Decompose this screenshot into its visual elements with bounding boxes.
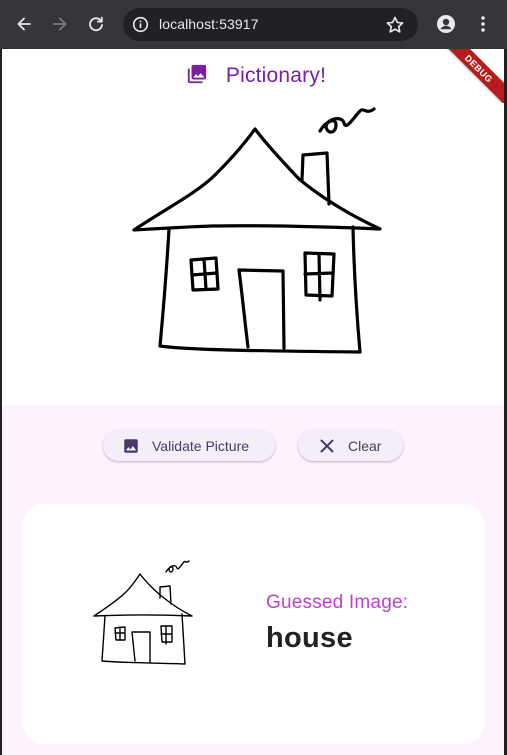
clear-label: Clear	[348, 437, 382, 454]
result-card: Guessed Image: house	[22, 504, 485, 744]
reload-icon[interactable]	[83, 11, 109, 37]
image-icon	[121, 436, 141, 456]
info-icon[interactable]	[132, 16, 149, 33]
guessed-image-thumbnail	[90, 556, 196, 668]
photo-library-icon	[186, 63, 208, 90]
clear-button[interactable]: Clear	[298, 430, 403, 461]
app-viewport: Pictionary! DEBUG Validate Picture Clear…	[2, 49, 504, 755]
address-bar[interactable]: localhost:53917	[123, 8, 418, 41]
app-title: Pictionary!	[225, 64, 327, 87]
close-icon	[317, 436, 337, 456]
url-text[interactable]: localhost:53917	[159, 16, 259, 32]
browser-toolbar: localhost:53917	[0, 0, 507, 49]
house-sketch	[132, 107, 382, 354]
profile-icon[interactable]	[433, 11, 459, 37]
forward-arrow-icon[interactable]	[47, 11, 73, 37]
guessed-image-value: house	[266, 622, 353, 654]
bookmark-star-icon[interactable]	[385, 15, 405, 35]
kebab-menu-icon[interactable]	[470, 11, 496, 37]
controls-panel: Validate Picture Clear Guessed Image: ho…	[2, 405, 504, 755]
drawing-canvas[interactable]	[2, 103, 504, 405]
guessed-image-label: Guessed Image:	[266, 592, 409, 613]
back-arrow-icon[interactable]	[11, 11, 37, 37]
app-bar: Pictionary!	[2, 49, 504, 103]
validate-picture-label: Validate Picture	[152, 437, 250, 454]
validate-picture-button[interactable]: Validate Picture	[103, 430, 275, 461]
